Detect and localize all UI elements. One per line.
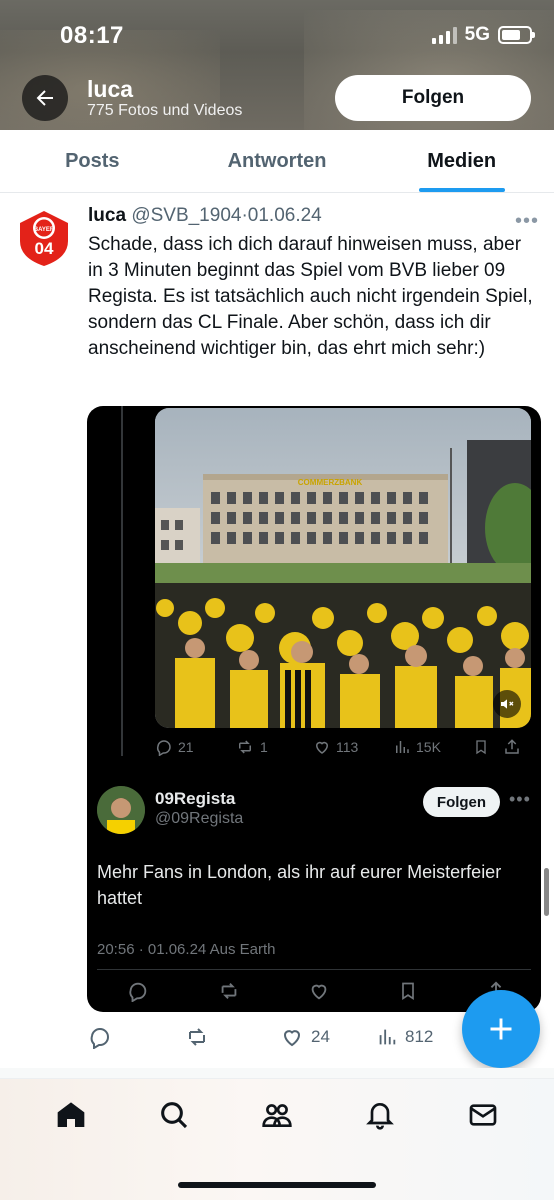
repost-icon xyxy=(239,740,251,754)
tweet-text: Schade, dass ich dich darauf hinweisen m… xyxy=(88,234,533,359)
home-icon[interactable] xyxy=(55,1099,87,1131)
video-views-stat[interactable]: 15K xyxy=(393,738,473,756)
scrollbar[interactable] xyxy=(544,868,549,916)
like-count: 24 xyxy=(311,1027,330,1046)
quoted-divider xyxy=(97,969,531,970)
quoted-meta: 20:56 · 01.06.24 Aus Earth xyxy=(97,941,276,958)
author-name[interactable]: luca xyxy=(88,205,126,226)
crowd-video-frame: COMMERZBANK xyxy=(155,408,531,728)
plus-icon xyxy=(490,1018,512,1040)
tab-posts[interactable]: Posts xyxy=(0,130,185,192)
commerzbank-sign: COMMERZBANK xyxy=(298,478,363,487)
author-handle[interactable]: @SVB_1904 xyxy=(131,205,241,226)
repost-icon xyxy=(189,1028,205,1046)
quoted-avatar-image xyxy=(97,786,145,834)
video-stats-bar: 21 1 113 15K xyxy=(155,734,531,760)
video-repost-stat[interactable]: 1 xyxy=(235,738,313,756)
video-like-count: 113 xyxy=(336,739,359,755)
quoted-action-bar xyxy=(127,976,507,1006)
status-time: 08:17 xyxy=(60,22,124,49)
repost-action[interactable] xyxy=(184,1025,280,1049)
views-count: 812 xyxy=(405,1027,434,1046)
reply-icon xyxy=(156,740,171,756)
reply-action[interactable] xyxy=(88,1025,184,1049)
tweet-date[interactable]: 01.06.24 xyxy=(248,205,322,226)
bayer-04-logo-icon: BAYER 04 xyxy=(14,208,74,268)
compose-post-button[interactable] xyxy=(462,990,540,1068)
svg-text:BAYER: BAYER xyxy=(34,227,55,233)
like-icon xyxy=(315,741,329,754)
signal-icon xyxy=(431,26,457,44)
back-arrow-icon xyxy=(36,90,53,106)
video-player[interactable]: COMMERZBANK xyxy=(155,408,531,728)
share-icon xyxy=(505,739,519,754)
quoted-avatar[interactable] xyxy=(97,786,145,834)
bottom-navigation xyxy=(0,1078,554,1200)
back-button[interactable] xyxy=(22,75,68,121)
video-bookmark[interactable] xyxy=(473,738,503,756)
status-indicators: 5G xyxy=(431,24,535,46)
mute-icon xyxy=(501,699,514,709)
profile-header: 08:17 5G luca 775 Fotos und Videos Folge… xyxy=(0,0,554,130)
tweet-header: luca @SVB_1904·01.06.24 xyxy=(88,205,322,226)
video-share[interactable] xyxy=(503,738,527,756)
follow-button[interactable]: Folgen xyxy=(335,75,531,121)
svg-text:04: 04 xyxy=(35,239,54,258)
profile-tabs: Posts Antworten Medien xyxy=(0,130,554,193)
views-icon xyxy=(379,1029,396,1045)
battery-icon xyxy=(498,26,535,44)
reply-icon[interactable] xyxy=(127,980,149,1002)
views-icon xyxy=(396,741,409,753)
reply-icon xyxy=(90,1027,109,1049)
repost-icon[interactable] xyxy=(217,980,241,1002)
quoted-follow-button[interactable]: Folgen xyxy=(423,787,500,817)
network-type: 5G xyxy=(464,24,490,45)
profile-media-count: 775 Fotos und Videos xyxy=(87,102,243,119)
profile-name: luca xyxy=(87,76,134,102)
mute-button[interactable] xyxy=(493,690,521,718)
avatar[interactable]: BAYER 04 xyxy=(14,208,74,268)
like-action[interactable]: 24 xyxy=(280,1025,376,1049)
quoted-author-handle[interactable]: @09Regista xyxy=(155,810,243,828)
more-options-icon[interactable]: ••• xyxy=(515,210,539,233)
home-indicator xyxy=(178,1182,376,1188)
tab-media[interactable]: Medien xyxy=(369,130,554,192)
like-icon[interactable] xyxy=(308,980,330,1002)
quoted-post-card[interactable]: COMMERZBANK 21 1 113 15K 09Regista @09Re… xyxy=(87,406,541,1012)
views-action[interactable]: 812 xyxy=(376,1026,472,1048)
separator xyxy=(0,1068,554,1078)
tab-replies[interactable]: Antworten xyxy=(185,130,370,192)
video-views-count: 15K xyxy=(416,739,441,755)
notifications-icon[interactable] xyxy=(364,1099,396,1131)
video-reply-stat[interactable]: 21 xyxy=(155,738,235,756)
messages-icon[interactable] xyxy=(467,1099,499,1131)
bookmark-icon[interactable] xyxy=(398,980,418,1002)
communities-icon[interactable] xyxy=(260,1099,294,1131)
quoted-more-icon[interactable]: ••• xyxy=(509,789,531,810)
search-icon[interactable] xyxy=(158,1099,190,1131)
video-reply-count: 21 xyxy=(178,739,194,755)
like-icon xyxy=(283,1030,301,1047)
bookmark-icon xyxy=(476,740,486,755)
video-repost-count: 1 xyxy=(260,739,268,755)
thread-line xyxy=(121,406,123,756)
quoted-author-name[interactable]: 09Regista xyxy=(155,789,235,809)
video-like-stat[interactable]: 113 xyxy=(313,738,393,756)
quoted-text: Mehr Fans in London, als ihr auf eurer M… xyxy=(97,862,502,908)
